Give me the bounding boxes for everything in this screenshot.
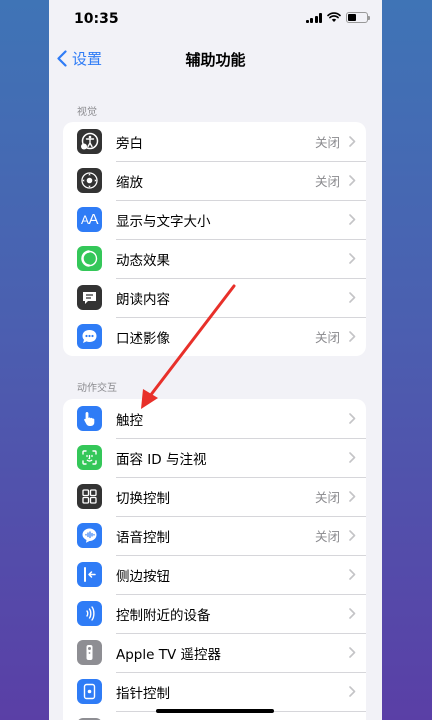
list-item-apple-tv-remote[interactable]: Apple TV 遥控器 [63,633,366,672]
list-item-pointer-control[interactable]: 指针控制 [63,672,366,711]
chevron-right-icon [349,331,356,342]
list-item-label: 动态效果 [116,252,170,269]
audio-description-icon [77,324,102,349]
list-item-value: 关闭 [314,135,340,150]
list-item-face-id-attention[interactable]: 面容 ID 与注视 [63,438,366,477]
chevron-right-icon [349,452,356,463]
pointer-control-icon [77,679,102,704]
settings-group-physical-motor: 触控 面容 ID 与注视 切换控制 关闭 语音控制 关闭 侧边按钮 控制附近的设… [63,399,366,720]
text-size-icon: AA [77,207,102,232]
chevron-right-icon [349,136,356,147]
side-button-icon [77,562,102,587]
list-item-label: 缩放 [116,174,143,191]
list-item-zoom[interactable]: 缩放 关闭 [63,161,366,200]
list-item-label: 朗读内容 [116,291,170,308]
list-item-value: 关闭 [314,330,340,345]
chevron-right-icon [349,491,356,502]
list-item-label: 指针控制 [116,685,170,702]
chevron-right-icon [349,686,356,697]
list-item-label: 触控 [116,412,143,429]
list-item-display-text-size[interactable]: AA 显示与文字大小 [63,200,366,239]
list-item-control-nearby-devices[interactable]: 控制附近的设备 [63,594,366,633]
chevron-right-icon [349,292,356,303]
list-item-label: Apple TV 遥控器 [116,646,221,663]
list-item-value: 关闭 [314,529,340,544]
chevron-right-icon [349,214,356,225]
section-header-physical-motor: 动作交互 [77,383,117,394]
list-item-label: 旁白 [116,135,143,152]
list-item-label: 语音控制 [116,529,170,546]
list-item-value: 关闭 [314,174,340,189]
section-header-vision: 视觉 [77,107,97,118]
battery-icon [346,12,370,23]
chevron-right-icon [349,530,356,541]
chevron-right-icon [349,175,356,186]
nearby-devices-icon [77,601,102,626]
status-bar: 10:35 [49,0,382,40]
wifi-icon [327,12,341,22]
spoken-content-icon [77,285,102,310]
voiceover-icon [77,129,102,154]
touch-icon [77,406,102,431]
motion-icon [77,246,102,271]
navigation-bar: 设置 辅助功能 [49,40,382,80]
list-item-label: 显示与文字大小 [116,213,211,230]
list-item-side-button[interactable]: 侧边按钮 [63,555,366,594]
chevron-right-icon [349,413,356,424]
list-item-label: 控制附近的设备 [116,607,211,624]
zoom-icon [77,168,102,193]
apple-tv-remote-icon [77,640,102,665]
list-item-spoken-content[interactable]: 朗读内容 [63,278,366,317]
list-item-audio-descriptions[interactable]: 口述影像 关闭 [63,317,366,356]
home-indicator[interactable] [156,709,274,713]
list-item-motion[interactable]: 动态效果 [63,239,366,278]
list-item-switch-control[interactable]: 切换控制 关闭 [63,477,366,516]
page-title: 辅助功能 [185,51,246,69]
voice-control-icon [77,523,102,548]
chevron-right-icon [349,647,356,658]
chevron-right-icon [349,569,356,580]
settings-screen: 10:35 设置 辅助功能 视觉 旁白 关闭 缩放 关闭 AA 显示与文字大小 … [49,0,382,720]
list-item-label: 面容 ID 与注视 [116,451,207,468]
list-item-voiceover[interactable]: 旁白 关闭 [63,122,366,161]
list-item-voice-control[interactable]: 语音控制 关闭 [63,516,366,555]
status-icons [305,12,370,23]
switch-control-icon [77,484,102,509]
face-id-icon [77,445,102,470]
list-item-label: 切换控制 [116,490,170,507]
status-time: 10:35 [74,11,119,27]
chevron-right-icon [349,253,356,264]
list-item-touch[interactable]: 触控 [63,399,366,438]
list-item-value: 关闭 [314,490,340,505]
cellular-signal-icon [305,12,322,23]
list-item-label: 侧边按钮 [116,568,170,585]
settings-group-vision: 旁白 关闭 缩放 关闭 AA 显示与文字大小 动态效果 朗读内容 口述影像 关闭 [63,122,366,356]
list-item-label: 口述影像 [116,330,170,347]
chevron-right-icon [349,608,356,619]
